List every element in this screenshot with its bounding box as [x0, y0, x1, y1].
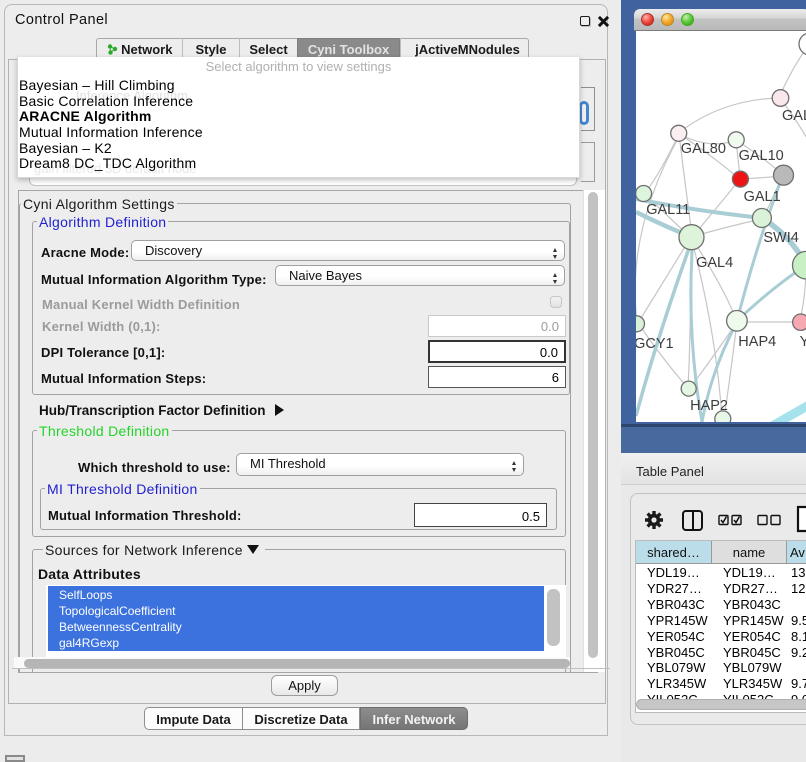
svg-text:GAL1: GAL1 — [744, 189, 781, 205]
svg-text:GAL2: GAL2 — [782, 108, 806, 124]
svg-text:GCY1: GCY1 — [636, 336, 674, 352]
svg-text:GAL4: GAL4 — [696, 255, 733, 271]
svg-text:GAL80: GAL80 — [681, 141, 726, 157]
svg-text:HAP2: HAP2 — [690, 398, 728, 414]
svg-text:GAL10: GAL10 — [739, 148, 784, 164]
svg-text:HAP4: HAP4 — [738, 334, 776, 350]
svg-text:YJL2: YJL2 — [800, 334, 806, 350]
svg-text:GAL11: GAL11 — [646, 202, 690, 218]
svg-text:SWI4: SWI4 — [763, 230, 798, 246]
